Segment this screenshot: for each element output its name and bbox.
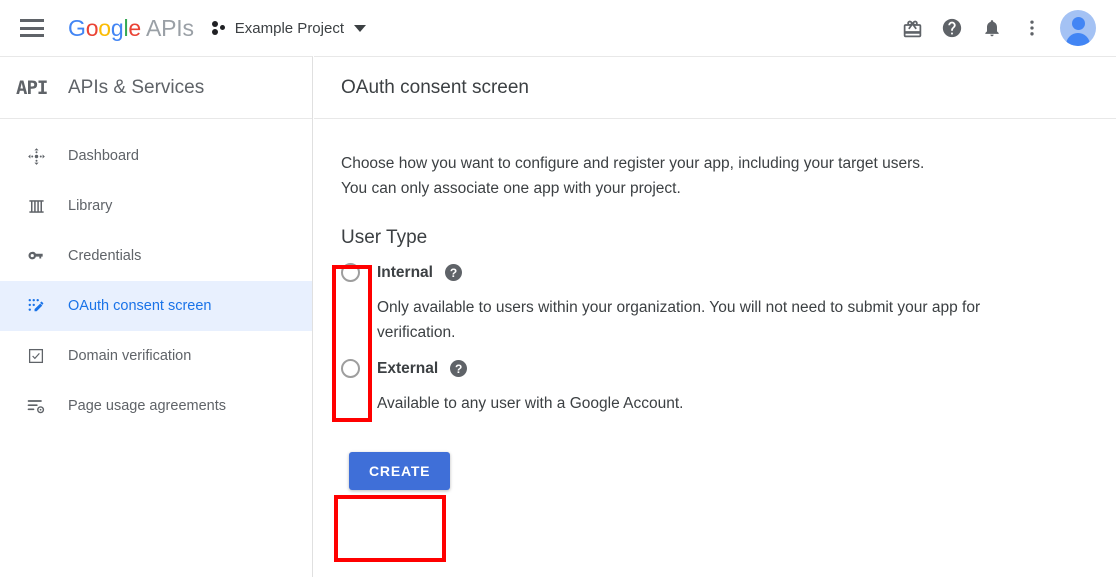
hamburger-menu-icon[interactable] [20,19,44,37]
api-logo: API [16,76,48,99]
logo-letter-g2: g [110,14,124,41]
radio-external-description: Available to any user with a Google Acco… [377,395,684,412]
sidebar: API APIs & Services Dashboard Library Cr… [0,56,313,577]
intro-text: Choose how you want to configure and reg… [341,155,925,197]
logo-letter-o2: o [98,14,111,41]
radio-external-input[interactable] [341,359,360,378]
sidebar-item-label: Library [68,198,113,214]
sidebar-item-page-usage-agreements[interactable]: Page usage agreements [0,381,312,431]
sidebar-item-oauth-consent-screen[interactable]: OAuth consent screen [0,281,312,331]
top-app-bar: Google APIs Example Project [0,0,1116,56]
oauth-consent-icon [16,297,56,316]
chevron-down-icon [354,24,366,32]
domain-verification-icon [16,347,56,365]
avatar-head [1071,17,1085,30]
library-icon [16,197,56,216]
gift-icon[interactable] [892,8,932,48]
project-dots-icon [211,20,228,36]
dashboard-icon [16,147,56,166]
notifications-bell-icon[interactable] [972,8,1012,48]
project-selector[interactable]: Example Project [211,19,366,37]
sidebar-item-library[interactable]: Library [0,181,312,231]
logo-letter-o1: o [85,14,99,41]
app-root: Google APIs Example Project API APIs & S… [0,0,1116,577]
google-apis-logo[interactable]: Google APIs [68,15,194,42]
page-title: OAuth consent screen [341,76,529,98]
key-icon [16,246,56,266]
help-icon-internal[interactable]: ? [444,264,462,281]
create-button[interactable]: CREATE [349,452,451,490]
sidebar-item-label: Domain verification [68,348,192,364]
user-type-heading: User Type [341,227,428,248]
radio-internal-input[interactable] [341,263,360,282]
radio-internal-label: Internal [377,263,433,281]
account-avatar[interactable] [1060,10,1096,46]
radio-option-external[interactable]: External ? [341,359,1089,378]
sidebar-nav: Dashboard Library Credentials OAuth cons… [0,119,312,431]
radio-external-label: External [377,359,439,377]
sidebar-item-credentials[interactable]: Credentials [0,231,312,281]
sidebar-header: API APIs & Services [0,57,312,119]
content-body: Choose how you want to configure and reg… [314,119,1116,490]
hamburger-bar [20,26,44,30]
help-icon-external[interactable]: ? [450,360,468,377]
avatar-body [1066,33,1090,46]
radio-internal-description: Only available to users within your orga… [377,299,981,341]
main-content: OAuth consent screen Choose how you want… [314,56,1116,577]
hamburger-bar [20,19,44,22]
sidebar-item-label: Credentials [68,248,142,264]
sidebar-item-label: Page usage agreements [68,398,226,414]
logo-apis-text: APIs [146,14,194,41]
radio-option-internal[interactable]: Internal ? [341,263,1089,282]
more-vert-icon[interactable] [1012,8,1052,48]
content-header: OAuth consent screen [314,57,1116,119]
sidebar-item-domain-verification[interactable]: Domain verification [0,331,312,381]
page-usage-agreements-icon [16,396,56,416]
help-icon[interactable] [932,8,972,48]
sidebar-item-dashboard[interactable]: Dashboard [0,131,312,181]
hamburger-bar [20,34,44,37]
logo-letter-e: e [128,14,141,41]
project-name-label: Example Project [234,19,344,37]
logo-letter-g: G [68,14,86,41]
sidebar-item-label: OAuth consent screen [68,298,212,314]
sidebar-item-label: Dashboard [68,148,139,164]
topbar-actions [892,8,1096,48]
sidebar-title: APIs & Services [68,76,205,98]
